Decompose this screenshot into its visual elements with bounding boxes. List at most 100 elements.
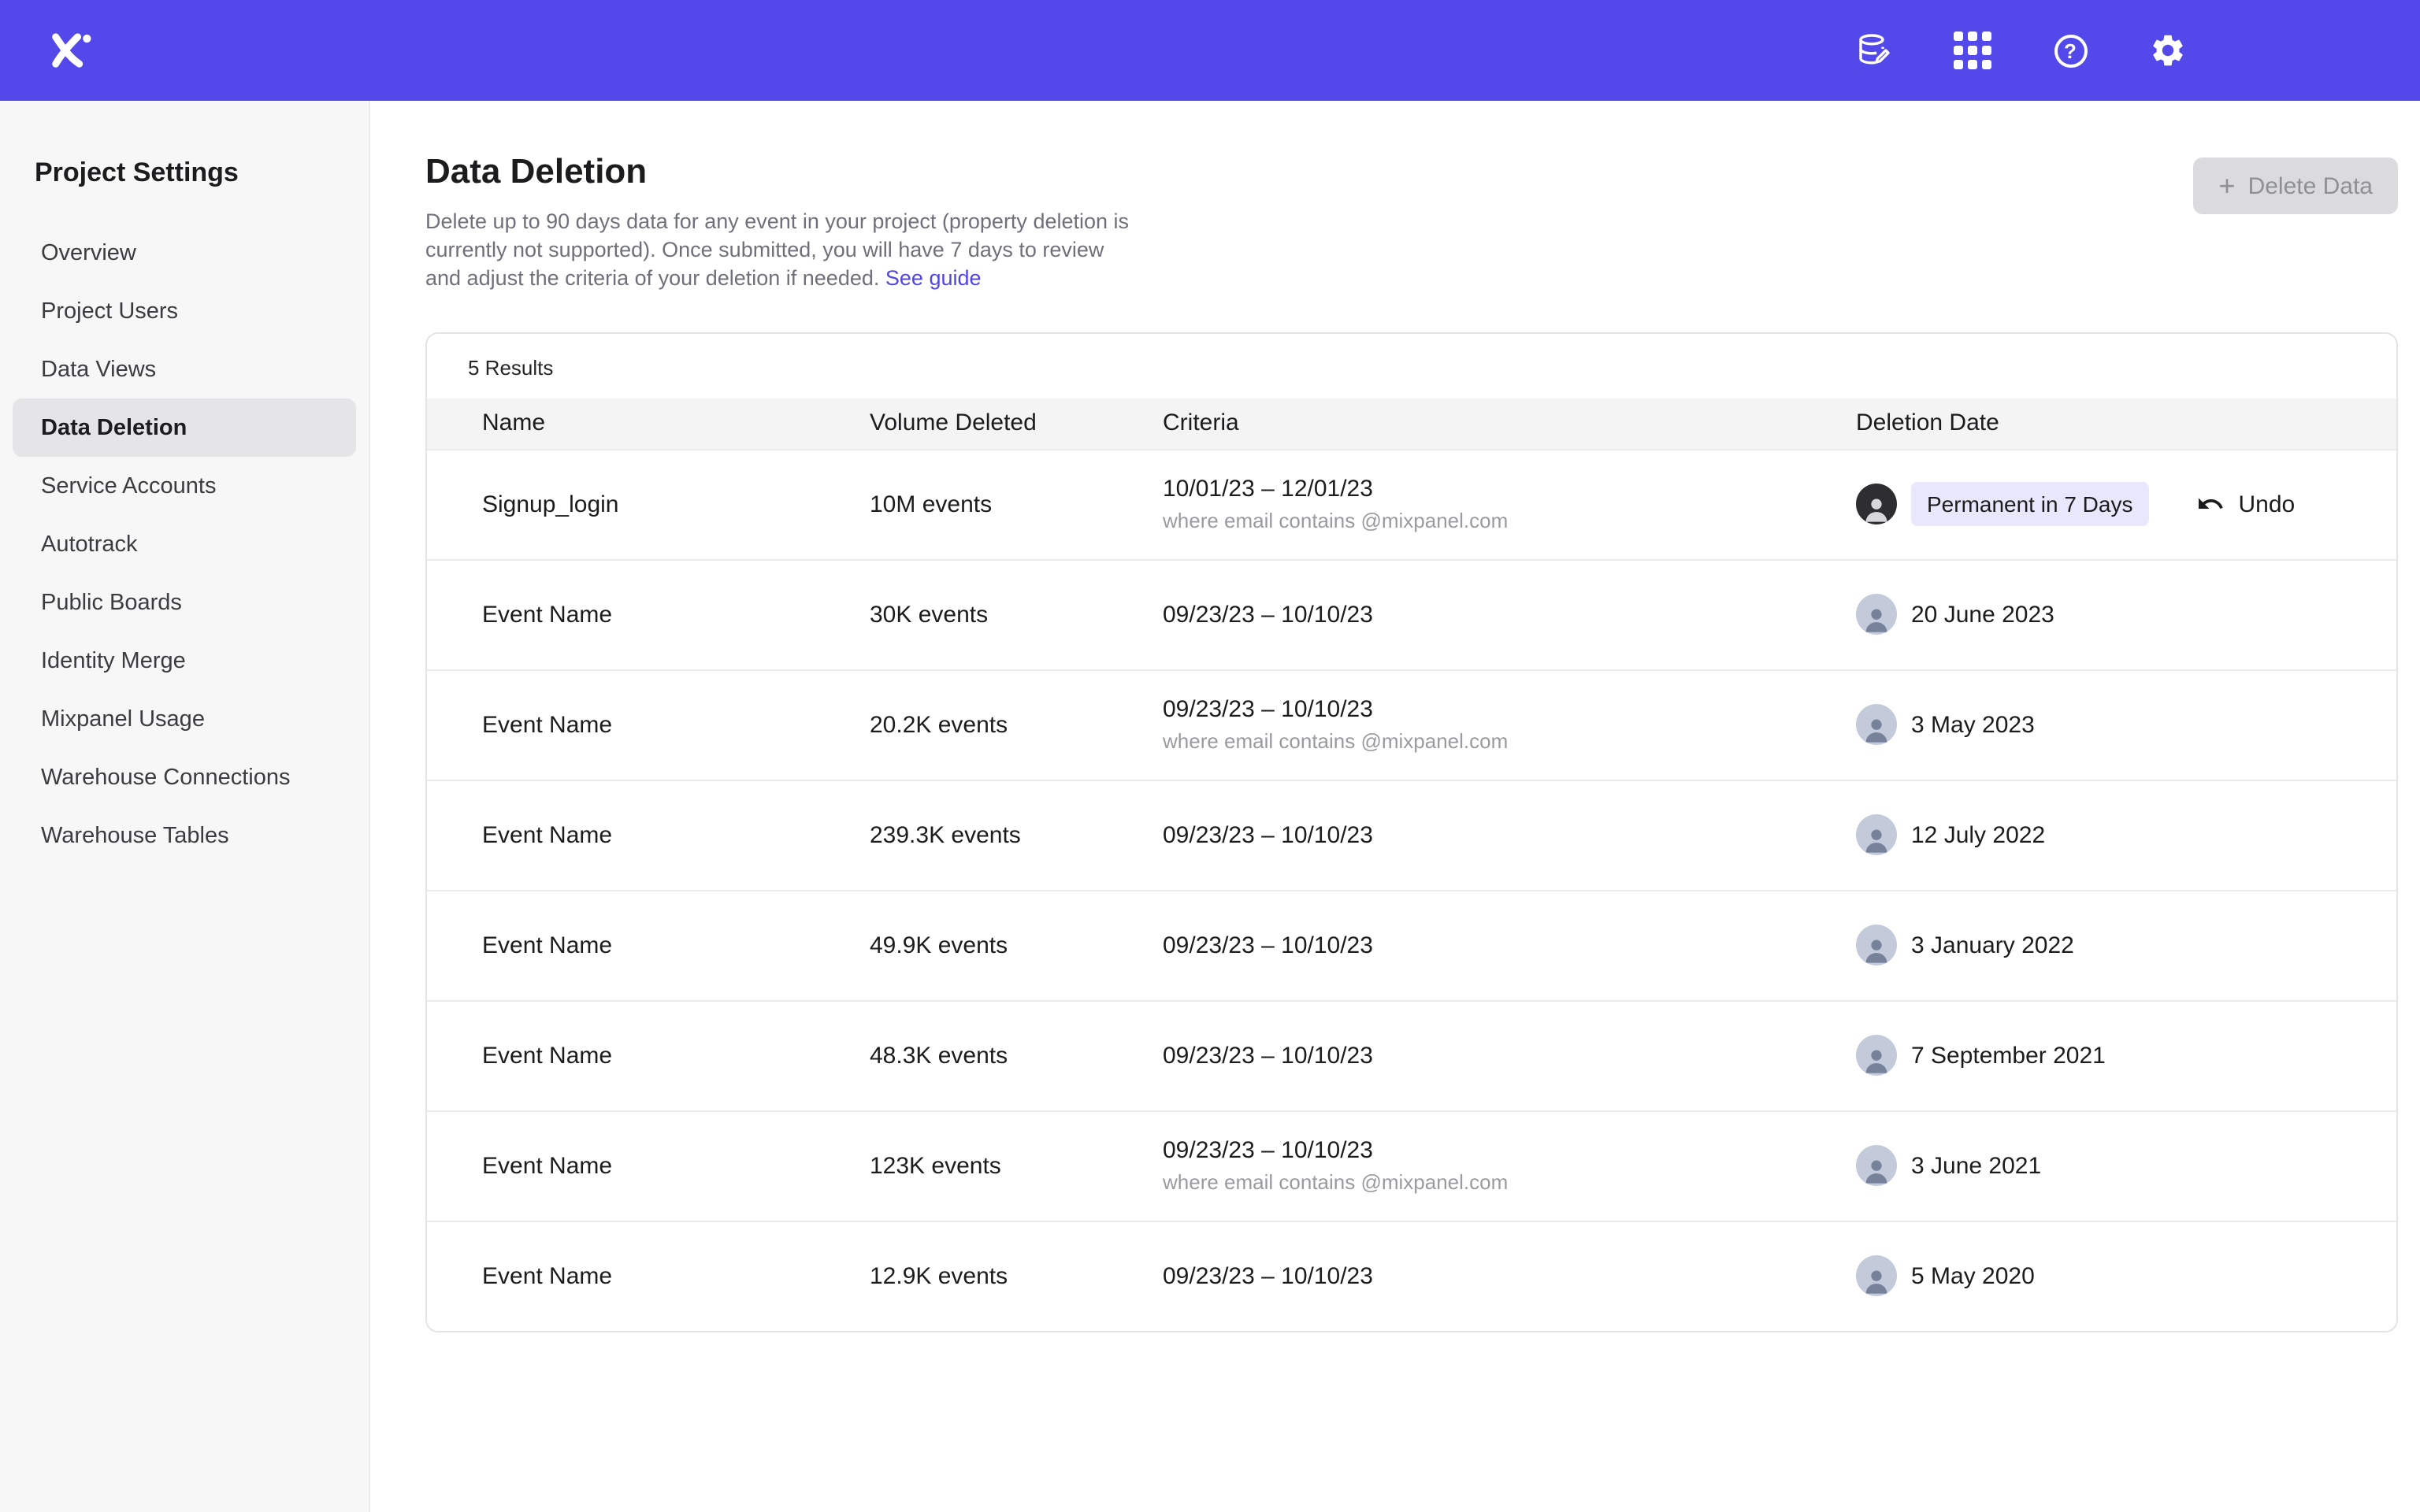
sidebar-title: Project Settings [0, 158, 369, 189]
avatar [1856, 814, 1897, 855]
table-header-row: Name Volume Deleted Criteria Deletion Da… [427, 398, 2396, 448]
help-icon[interactable] [2039, 19, 2102, 82]
avatar [1856, 594, 1897, 635]
criteria-range: 09/23/23 – 10/10/23 [1163, 932, 1856, 958]
row-volume: 48.3K events [870, 1042, 1163, 1069]
table-row: Event Name 49.9K events 09/23/23 – 10/10… [427, 889, 2396, 999]
apps-grid-icon[interactable] [1941, 19, 2004, 82]
row-deletion-date: 12 July 2022 [1856, 814, 2396, 855]
row-name: Event Name [427, 821, 870, 848]
deletion-date: 5 May 2020 [1911, 1262, 2035, 1289]
row-name: Event Name [427, 932, 870, 958]
row-criteria: 09/23/23 – 10/10/23 where email contains… [1163, 1137, 1856, 1194]
topbar-icons [1843, 19, 2199, 82]
row-deletion-date: 3 June 2021 [1856, 1145, 2396, 1186]
settings-sidebar: Project Settings Overview Project Users … [0, 101, 370, 1512]
apps-grid-glyph [1954, 32, 1991, 69]
criteria-filter: where email contains @mixpanel.com [1163, 509, 1856, 532]
table-row: Event Name 123K events 09/23/23 – 10/10/… [427, 1110, 2396, 1220]
row-criteria: 09/23/23 – 10/10/23 [1163, 601, 1856, 628]
row-criteria: 09/23/23 – 10/10/23 [1163, 932, 1856, 958]
mixpanel-logo[interactable] [44, 28, 98, 72]
row-volume: 20.2K events [870, 711, 1163, 738]
criteria-range: 09/23/23 – 10/10/23 [1163, 1042, 1856, 1069]
sidebar-item-warehouse-tables[interactable]: Warehouse Tables [13, 806, 356, 865]
main-content: Data Deletion Delete up to 90 days data … [370, 101, 2420, 1512]
table-row: Signup_login 10M events 10/01/23 – 12/01… [427, 448, 2396, 558]
avatar [1856, 925, 1897, 965]
question-mark-glyph [2054, 34, 2087, 67]
sidebar-item-service-accounts[interactable]: Service Accounts [13, 457, 356, 515]
top-nav-bar [0, 0, 2420, 101]
deletion-date: 12 July 2022 [1911, 821, 2045, 848]
criteria-filter: where email contains @mixpanel.com [1163, 729, 1856, 753]
row-volume: 49.9K events [870, 932, 1163, 958]
row-name: Event Name [427, 1152, 870, 1179]
sidebar-item-identity-merge[interactable]: Identity Merge [13, 632, 356, 690]
deletion-date: 3 January 2022 [1911, 932, 2074, 958]
row-deletion-date: 7 September 2021 [1856, 1035, 2396, 1076]
criteria-range: 09/23/23 – 10/10/23 [1163, 1137, 1856, 1164]
table-row: Event Name 30K events 09/23/23 – 10/10/2… [427, 558, 2396, 669]
main-header: Data Deletion Delete up to 90 days data … [425, 151, 2398, 294]
undo-label: Undo [2238, 491, 2295, 517]
page-description: Delete up to 90 days data for any event … [425, 208, 1138, 294]
column-header-criteria: Criteria [1163, 410, 1856, 436]
page-shell: Project Settings Overview Project Users … [0, 101, 2420, 1512]
sidebar-item-public-boards[interactable]: Public Boards [13, 573, 356, 632]
data-management-icon[interactable] [1843, 19, 1906, 82]
row-criteria: 10/01/23 – 12/01/23 where email contains… [1163, 476, 1856, 532]
row-volume: 239.3K events [870, 821, 1163, 848]
sidebar-item-overview[interactable]: Overview [13, 224, 356, 282]
delete-data-button[interactable]: Delete Data [2194, 158, 2398, 214]
table-row: Event Name 239.3K events 09/23/23 – 10/1… [427, 779, 2396, 889]
deletion-date: 3 June 2021 [1911, 1152, 2041, 1179]
criteria-range: 10/01/23 – 12/01/23 [1163, 476, 1856, 502]
column-header-name: Name [427, 410, 870, 436]
undo-icon [2195, 490, 2224, 518]
row-name: Event Name [427, 1042, 870, 1069]
undo-button[interactable]: Undo [2195, 490, 2295, 518]
avatar [1856, 484, 1897, 524]
row-deletion-date: Permanent in 7 Days Undo [1856, 482, 2396, 526]
row-name: Event Name [427, 601, 870, 628]
page-title: Data Deletion [425, 151, 1138, 192]
deletion-date: 20 June 2023 [1911, 601, 2054, 628]
deletion-date: 3 May 2023 [1911, 711, 2035, 738]
sidebar-item-data-deletion[interactable]: Data Deletion [13, 398, 356, 457]
permanent-badge: Permanent in 7 Days [1911, 482, 2148, 526]
table-row: Event Name 20.2K events 09/23/23 – 10/10… [427, 669, 2396, 779]
sidebar-item-mixpanel-usage[interactable]: Mixpanel Usage [13, 690, 356, 748]
app-root: Project Settings Overview Project Users … [0, 0, 2420, 1512]
row-name: Event Name [427, 711, 870, 738]
row-volume: 12.9K events [870, 1262, 1163, 1289]
results-count: 5 Results [427, 333, 2396, 398]
row-name: Event Name [427, 1262, 870, 1289]
row-deletion-date: 3 January 2022 [1856, 925, 2396, 965]
title-block: Data Deletion Delete up to 90 days data … [425, 151, 1138, 294]
criteria-range: 09/23/23 – 10/10/23 [1163, 821, 1856, 848]
sidebar-item-data-views[interactable]: Data Views [13, 340, 356, 398]
criteria-range: 09/23/23 – 10/10/23 [1163, 601, 1856, 628]
plus-icon [2219, 172, 2236, 200]
sidebar-item-warehouse-connections[interactable]: Warehouse Connections [13, 748, 356, 806]
sidebar-item-project-users[interactable]: Project Users [13, 282, 356, 340]
row-criteria: 09/23/23 – 10/10/23 [1163, 821, 1856, 848]
deletion-table-card: 5 Results Name Volume Deleted Criteria D… [425, 332, 2398, 1332]
column-header-deletion-date: Deletion Date [1856, 410, 2396, 436]
row-deletion-date: 5 May 2020 [1856, 1255, 2396, 1296]
row-name: Signup_login [427, 491, 870, 517]
avatar [1856, 1255, 1897, 1296]
mixpanel-logo-mark [47, 30, 95, 71]
row-volume: 30K events [870, 601, 1163, 628]
row-criteria: 09/23/23 – 10/10/23 [1163, 1042, 1856, 1069]
avatar [1856, 1145, 1897, 1186]
table-row: Event Name 12.9K events 09/23/23 – 10/10… [427, 1220, 2396, 1330]
avatar [1856, 1035, 1897, 1076]
row-criteria: 09/23/23 – 10/10/23 [1163, 1262, 1856, 1289]
settings-icon[interactable] [2136, 19, 2199, 82]
row-deletion-date: 3 May 2023 [1856, 704, 2396, 745]
criteria-filter: where email contains @mixpanel.com [1163, 1170, 1856, 1194]
see-guide-link[interactable]: See guide [885, 267, 982, 291]
sidebar-item-autotrack[interactable]: Autotrack [13, 515, 356, 573]
